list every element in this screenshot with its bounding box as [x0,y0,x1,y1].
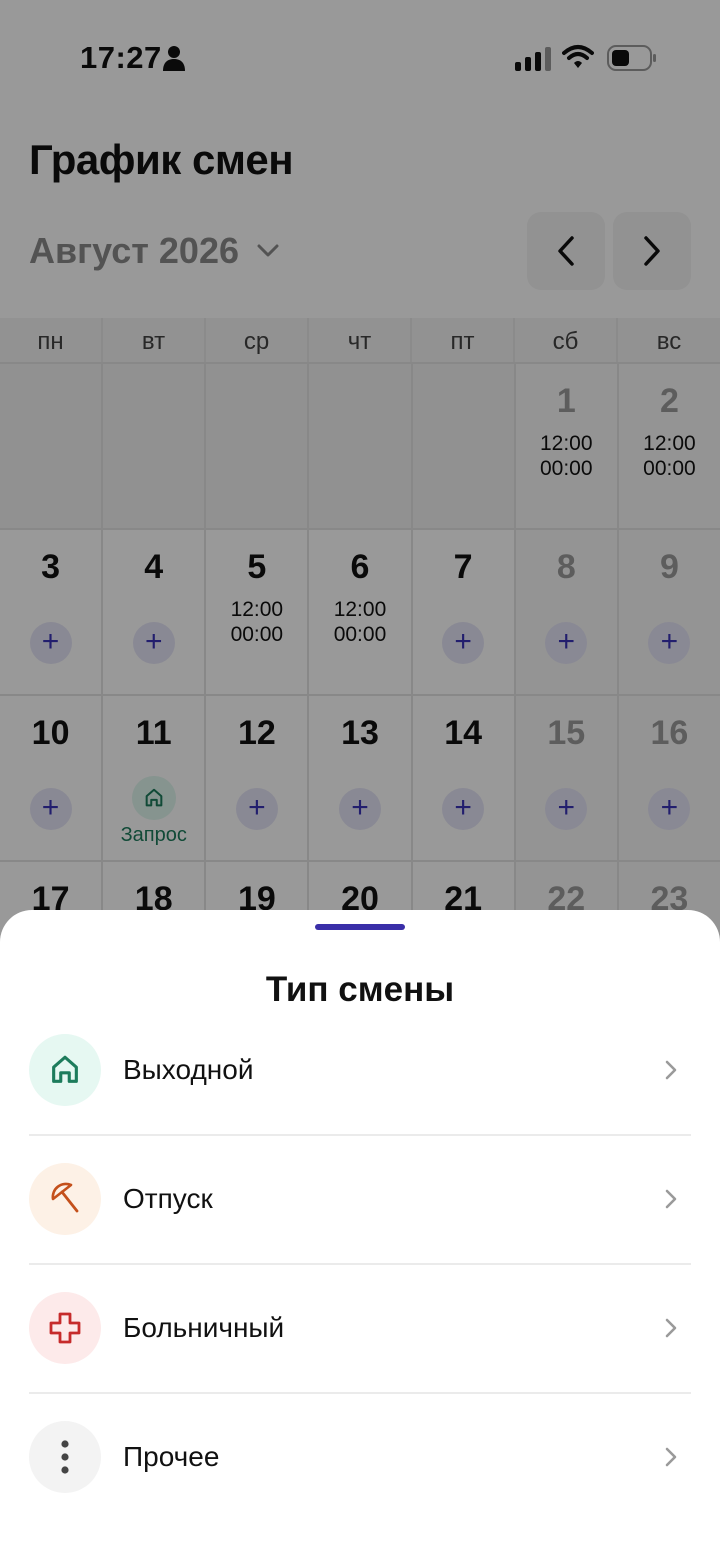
chevron-right-icon [665,1060,677,1080]
chevron-right-icon [665,1318,677,1338]
sheet-drag-handle[interactable] [315,924,405,930]
schedule-screen: 17:27 График смен Август 2026 пн вт ср ч… [0,0,720,1566]
umbrella-icon [51,1182,79,1213]
option-label: Выходной [123,1054,254,1085]
option-other[interactable]: Прочее [29,1393,691,1521]
medical-cross-icon [49,1312,81,1344]
sick-leave-icon-circle [29,1292,101,1364]
more-vertical-icon [61,1440,69,1474]
other-icon-circle [29,1421,101,1493]
day-off-icon-circle [29,1034,101,1106]
chevron-right-icon [665,1447,677,1467]
sheet-title: Тип смены [265,970,455,1009]
option-label: Прочее [123,1441,220,1472]
option-day-off[interactable]: Выходной [29,1006,691,1136]
vacation-icon-circle [29,1163,101,1235]
option-label: Больничный [123,1312,285,1343]
house-icon [52,1055,78,1083]
chevron-right-icon [665,1189,677,1209]
shift-type-sheet: Тип смены Выходной Отпуск Больничный Про… [0,910,720,1566]
option-sick-leave[interactable]: Больничный [29,1264,691,1394]
option-label: Отпуск [123,1183,213,1214]
option-vacation[interactable]: Отпуск [29,1135,691,1265]
